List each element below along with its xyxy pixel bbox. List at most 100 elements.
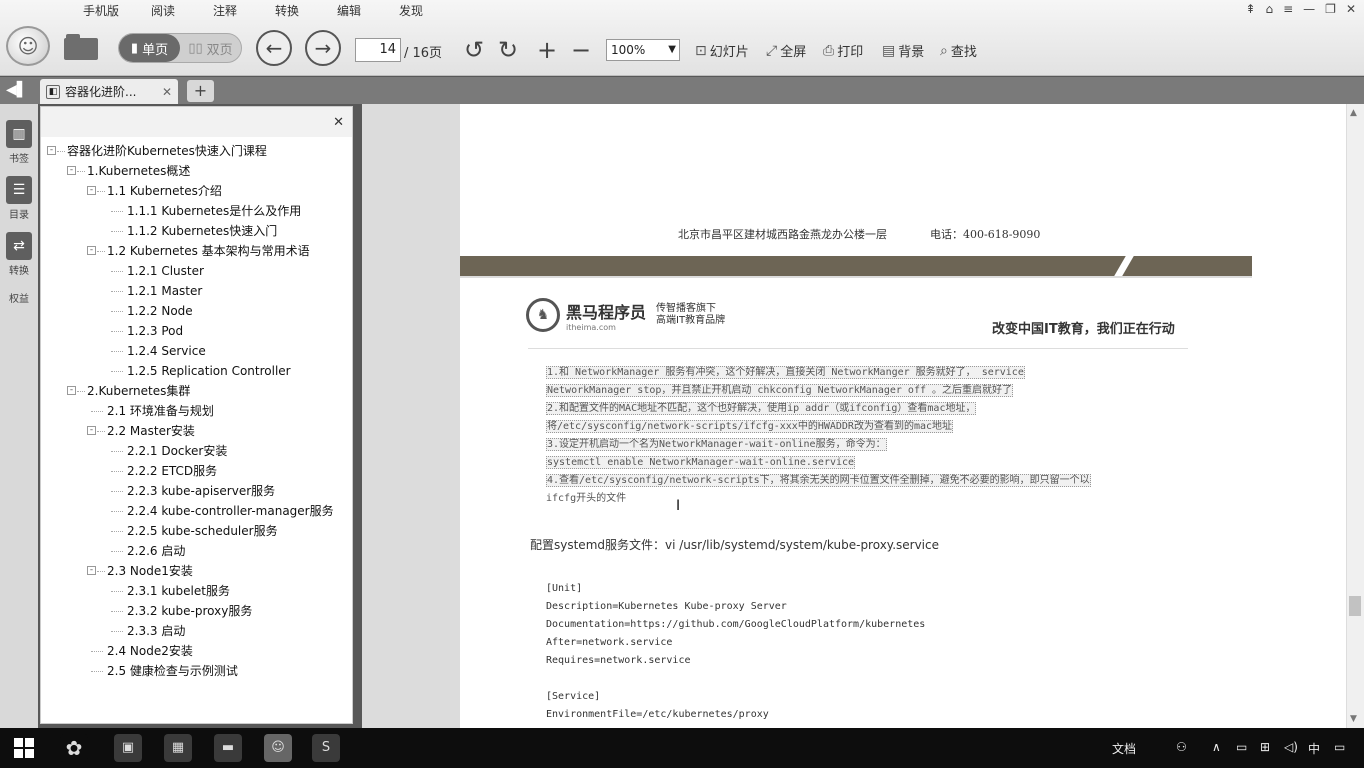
toc-item[interactable]: 2.2.3 kube-apiserver服务 [41, 481, 352, 501]
toc-item[interactable]: 2.5 健康检查与示例测试 [41, 661, 352, 681]
print-button[interactable]: ⎙ 打印 [823, 41, 863, 61]
ime-indicator[interactable]: 中 [1308, 740, 1320, 757]
prev-page-button[interactable]: ← [256, 30, 292, 66]
toc-item[interactable]: 2.4 Node2安装 [41, 641, 352, 661]
folder-app-icon[interactable]: ▬ [214, 734, 242, 762]
restore-icon[interactable]: ❐ [1325, 2, 1336, 16]
single-page-button[interactable]: ▮ 单页 [119, 34, 180, 62]
toc-item[interactable]: 1.2.1 Master [41, 281, 352, 301]
app-icon-6[interactable]: S [312, 734, 340, 762]
menu-discover[interactable]: 发现 [380, 2, 442, 20]
close-window-icon[interactable]: ✕ [1346, 2, 1356, 16]
collapse-toggle-icon[interactable]: - [67, 386, 76, 395]
menu-edit[interactable]: 编辑 [318, 2, 380, 20]
window-controls: ⇞ ⌂ ≡ — ❐ ✕ [1245, 2, 1356, 16]
footer-phone: 电话：400-618-9090 [930, 228, 1041, 241]
rotate-left-icon[interactable]: ↺ [464, 36, 484, 64]
toc-item[interactable]: 2.2.5 kube-scheduler服务 [41, 521, 352, 541]
tab-close-icon[interactable]: ✕ [162, 85, 172, 99]
toc-item[interactable]: 2.3.1 kubelet服务 [41, 581, 352, 601]
collapse-toggle-icon[interactable]: - [47, 146, 56, 155]
tray-doc-label[interactable]: 文档 [1112, 740, 1136, 757]
slogan: 改变中国IT教育，我们正在行动 [992, 322, 1175, 337]
menu-convert[interactable]: 转换 [256, 2, 318, 20]
toc-item-label: 2.2.1 Docker安装 [127, 444, 228, 458]
note-line-text: NetworkManager stop，并且禁止开机启动 chkconfig N… [546, 384, 1014, 397]
rail-bookmarks[interactable]: ▥ 书签 [0, 120, 38, 165]
zoom-out-icon[interactable]: − [571, 36, 591, 64]
toc-item[interactable]: - 1.2 Kubernetes 基本架构与常用术语 [41, 241, 352, 261]
background-button[interactable]: ▤ 背景 [882, 41, 924, 61]
people-icon[interactable]: ⚇ [1176, 740, 1187, 754]
toc-item[interactable]: 2.2.6 启动 [41, 541, 352, 561]
scrollbar-thumb[interactable] [1349, 596, 1361, 616]
collapse-toggle-icon[interactable]: - [67, 166, 76, 175]
collapse-panel-icon[interactable]: ◀▌ [6, 82, 30, 100]
toc-item[interactable]: 1.2.1 Cluster [41, 261, 352, 281]
vertical-scrollbar[interactable] [1346, 104, 1364, 728]
bookmark-icon: ▥ [6, 120, 32, 148]
toc-item[interactable]: 1.2.2 Node [41, 301, 352, 321]
zoom-in-icon[interactable]: + [537, 36, 557, 64]
collapse-toggle-icon[interactable]: - [87, 186, 96, 195]
toc-item[interactable]: - 2.Kubernetes集群 [41, 381, 352, 401]
toc-item[interactable]: 2.2.2 ETCD服务 [41, 461, 352, 481]
toc-item[interactable]: - 1.1 Kubernetes介绍 [41, 181, 352, 201]
battery-icon[interactable]: ▭ [1236, 740, 1247, 754]
menu-read[interactable]: 阅读 [132, 2, 194, 20]
find-button[interactable]: ⌕ 查找 [940, 41, 977, 61]
toc-item[interactable]: 2.2.4 kube-controller-manager服务 [41, 501, 352, 521]
rail-toc[interactable]: ☰ 目录 [0, 176, 38, 221]
toc-item[interactable]: 2.3.3 启动 [41, 621, 352, 641]
network-icon[interactable]: ⊞ [1260, 740, 1270, 754]
toc-item[interactable]: - 2.2 Master安装 [41, 421, 352, 441]
fullscreen-button[interactable]: ⤢ 全屏 [766, 41, 806, 61]
pin-icon[interactable]: ⇞ [1245, 2, 1255, 16]
menu-icon[interactable]: ≡ [1283, 2, 1293, 16]
skin-icon[interactable]: ⌂ [1265, 2, 1273, 16]
volume-icon[interactable]: ◁) [1284, 740, 1298, 754]
toc-item[interactable]: 2.3.2 kube-proxy服务 [41, 601, 352, 621]
page-number-input[interactable]: 14 [355, 38, 401, 62]
double-page-button[interactable]: ▯▯ 双页 [180, 34, 241, 62]
chevron-up-icon[interactable]: ∧ [1212, 740, 1221, 754]
rail-convert[interactable]: ⇄ 转换 [0, 232, 38, 277]
toc-item[interactable]: 1.2.3 Pod [41, 321, 352, 341]
toc-item[interactable]: 1.2.5 Replication Controller [41, 361, 352, 381]
new-tab-button[interactable]: + [187, 80, 214, 102]
toc-item[interactable]: - 容器化进阶Kubernetes快速入门课程 [41, 141, 352, 161]
scroll-down-icon[interactable]: ▼ [1350, 714, 1357, 724]
notification-icon[interactable]: ▭ [1334, 740, 1345, 754]
toc-item[interactable]: 1.1.1 Kubernetes是什么及作用 [41, 201, 352, 221]
toc-panel: ✕ - 容器化进阶Kubernetes快速入门课程 -1.Kubernetes概述 -… [40, 106, 353, 724]
toc-item-label: 2.5 健康检查与示例测试 [107, 664, 238, 678]
rail-rights[interactable]: 权益 [0, 290, 38, 305]
collapse-toggle-icon[interactable]: - [87, 566, 96, 575]
toc-item[interactable]: - 2.3 Node1安装 [41, 561, 352, 581]
toc-item[interactable]: - 1.Kubernetes概述 [41, 161, 352, 181]
zoom-select[interactable]: 100% ▼ [606, 39, 680, 61]
scroll-up-icon[interactable]: ▲ [1350, 108, 1357, 118]
windows-start-icon[interactable] [14, 738, 34, 758]
tab-document[interactable]: ◧ 容器化进阶... ✕ [40, 79, 178, 104]
menu-mobile[interactable]: 手机版 [70, 2, 132, 20]
pinwheel-app-icon[interactable]: ✿ [60, 734, 88, 762]
app-icon-3[interactable]: ▦ [164, 734, 192, 762]
rotate-right-icon[interactable]: ↻ [498, 36, 518, 64]
toc-item[interactable]: 2.1 环境准备与规划 [41, 401, 352, 421]
pdf-reader-app-icon[interactable]: ☺ [264, 734, 292, 762]
open-folder-icon[interactable] [64, 32, 100, 60]
app-logo-icon[interactable]: ☺ [6, 26, 50, 66]
toc-item-label: 2.2.2 ETCD服务 [127, 464, 218, 478]
toc-item[interactable]: 1.1.2 Kubernetes快速入门 [41, 221, 352, 241]
app-icon-2[interactable]: ▣ [114, 734, 142, 762]
toc-item[interactable]: 2.2.1 Docker安装 [41, 441, 352, 461]
menu-annotate[interactable]: 注释 [194, 2, 256, 20]
close-panel-icon[interactable]: ✕ [333, 115, 344, 130]
collapse-toggle-icon[interactable]: - [87, 246, 96, 255]
minimize-icon[interactable]: — [1303, 2, 1315, 16]
next-page-button[interactable]: → [305, 30, 341, 66]
collapse-toggle-icon[interactable]: - [87, 426, 96, 435]
toc-item[interactable]: 1.2.4 Service [41, 341, 352, 361]
slideshow-button[interactable]: ⊡ 幻灯片 [695, 41, 749, 61]
